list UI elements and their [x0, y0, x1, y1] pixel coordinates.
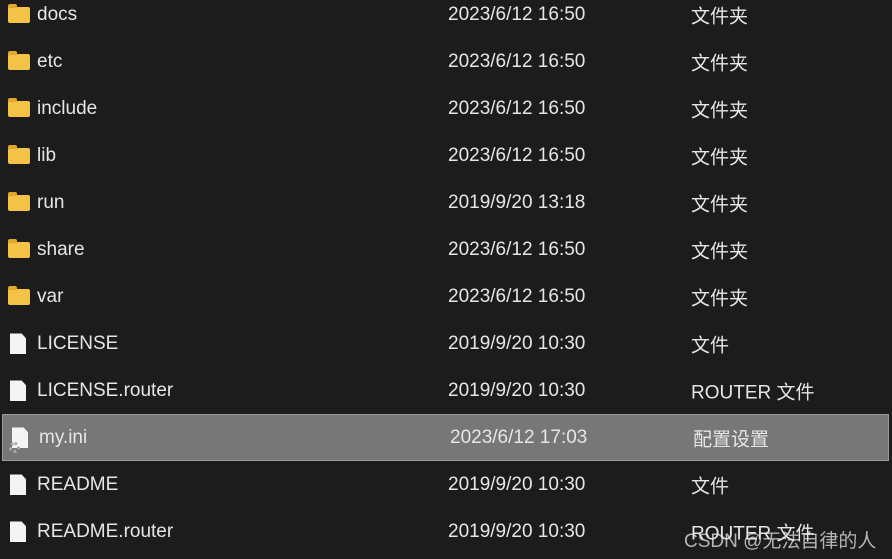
file-row[interactable]: etc 2023/6/12 16:50 文件夹	[0, 38, 892, 85]
file-icon	[10, 474, 26, 495]
file-type: 文件夹	[691, 194, 749, 215]
file-name: LICENSE	[37, 332, 119, 354]
file-name: share	[37, 238, 85, 260]
modified-date: 2019/9/20 10:30	[448, 379, 586, 401]
folder-icon	[8, 285, 30, 305]
folder-icon	[8, 191, 30, 211]
file-name: lib	[37, 144, 57, 166]
file-type: 文件夹	[691, 288, 749, 309]
folder-icon	[8, 144, 30, 164]
file-name: etc	[37, 50, 63, 72]
file-type: 配置设置	[693, 429, 770, 450]
file-name: docs	[37, 3, 78, 25]
folder-icon	[8, 97, 30, 117]
file-icon	[10, 521, 26, 542]
file-row[interactable]: include 2023/6/12 16:50 文件夹	[0, 85, 892, 132]
folder-icon	[8, 238, 30, 258]
file-row[interactable]: var 2023/6/12 16:50 文件夹	[0, 273, 892, 320]
file-name: my.ini	[39, 426, 88, 448]
file-type: ROUTER 文件	[691, 382, 815, 403]
file-row[interactable]: share 2023/6/12 16:50 文件夹	[0, 226, 892, 273]
file-row[interactable]: run 2019/9/20 13:18 文件夹	[0, 179, 892, 226]
file-type: 文件	[691, 476, 730, 497]
file-name: var	[37, 285, 64, 307]
watermark: CSDN @无法自律的人	[684, 531, 877, 552]
file-type: 文件夹	[691, 100, 749, 121]
file-name: run	[37, 191, 65, 213]
file-icon	[10, 380, 26, 401]
modified-date: 2023/6/12 16:50	[448, 97, 586, 119]
file-row[interactable]: lib 2023/6/12 16:50 文件夹	[0, 132, 892, 179]
file-name: README.router	[37, 520, 174, 542]
file-list: docs 2023/6/12 16:50 文件夹 etc 2023/6/12 16:50…	[0, 0, 892, 555]
file-type: 文件夹	[691, 6, 749, 27]
gear-icon	[9, 442, 20, 453]
modified-date: 2023/6/12 16:50	[448, 3, 586, 25]
folder-icon	[8, 50, 30, 70]
modified-date: 2023/6/12 16:50	[448, 285, 586, 307]
modified-date: 2023/6/12 16:50	[448, 144, 586, 166]
file-type: 文件	[691, 335, 730, 356]
file-row[interactable]: LICENSE.router 2019/9/20 10:30 ROUTER 文件	[0, 367, 892, 414]
modified-date: 2023/6/12 16:50	[448, 50, 586, 72]
modified-date: 2019/9/20 10:30	[448, 332, 586, 354]
file-row[interactable]: README 2019/9/20 10:30 文件	[0, 461, 892, 508]
file-name: README	[37, 473, 119, 495]
file-icon	[10, 333, 26, 354]
file-name: LICENSE.router	[37, 379, 174, 401]
file-type: 文件夹	[691, 147, 749, 168]
modified-date: 2019/9/20 13:18	[448, 191, 586, 213]
file-name: include	[37, 97, 98, 119]
file-type: 文件夹	[691, 53, 749, 74]
file-row[interactable]: docs 2023/6/12 16:50 文件夹	[0, 0, 892, 38]
file-row[interactable]: my.ini 2023/6/12 17:03 配置设置	[2, 414, 889, 461]
file-type: 文件夹	[691, 241, 749, 262]
modified-date: 2023/6/12 17:03	[450, 426, 588, 448]
modified-date: 2019/9/20 10:30	[448, 520, 586, 542]
folder-icon	[8, 3, 30, 23]
file-row[interactable]: LICENSE 2019/9/20 10:30 文件	[0, 320, 892, 367]
modified-date: 2023/6/12 16:50	[448, 238, 586, 260]
modified-date: 2019/9/20 10:30	[448, 473, 586, 495]
